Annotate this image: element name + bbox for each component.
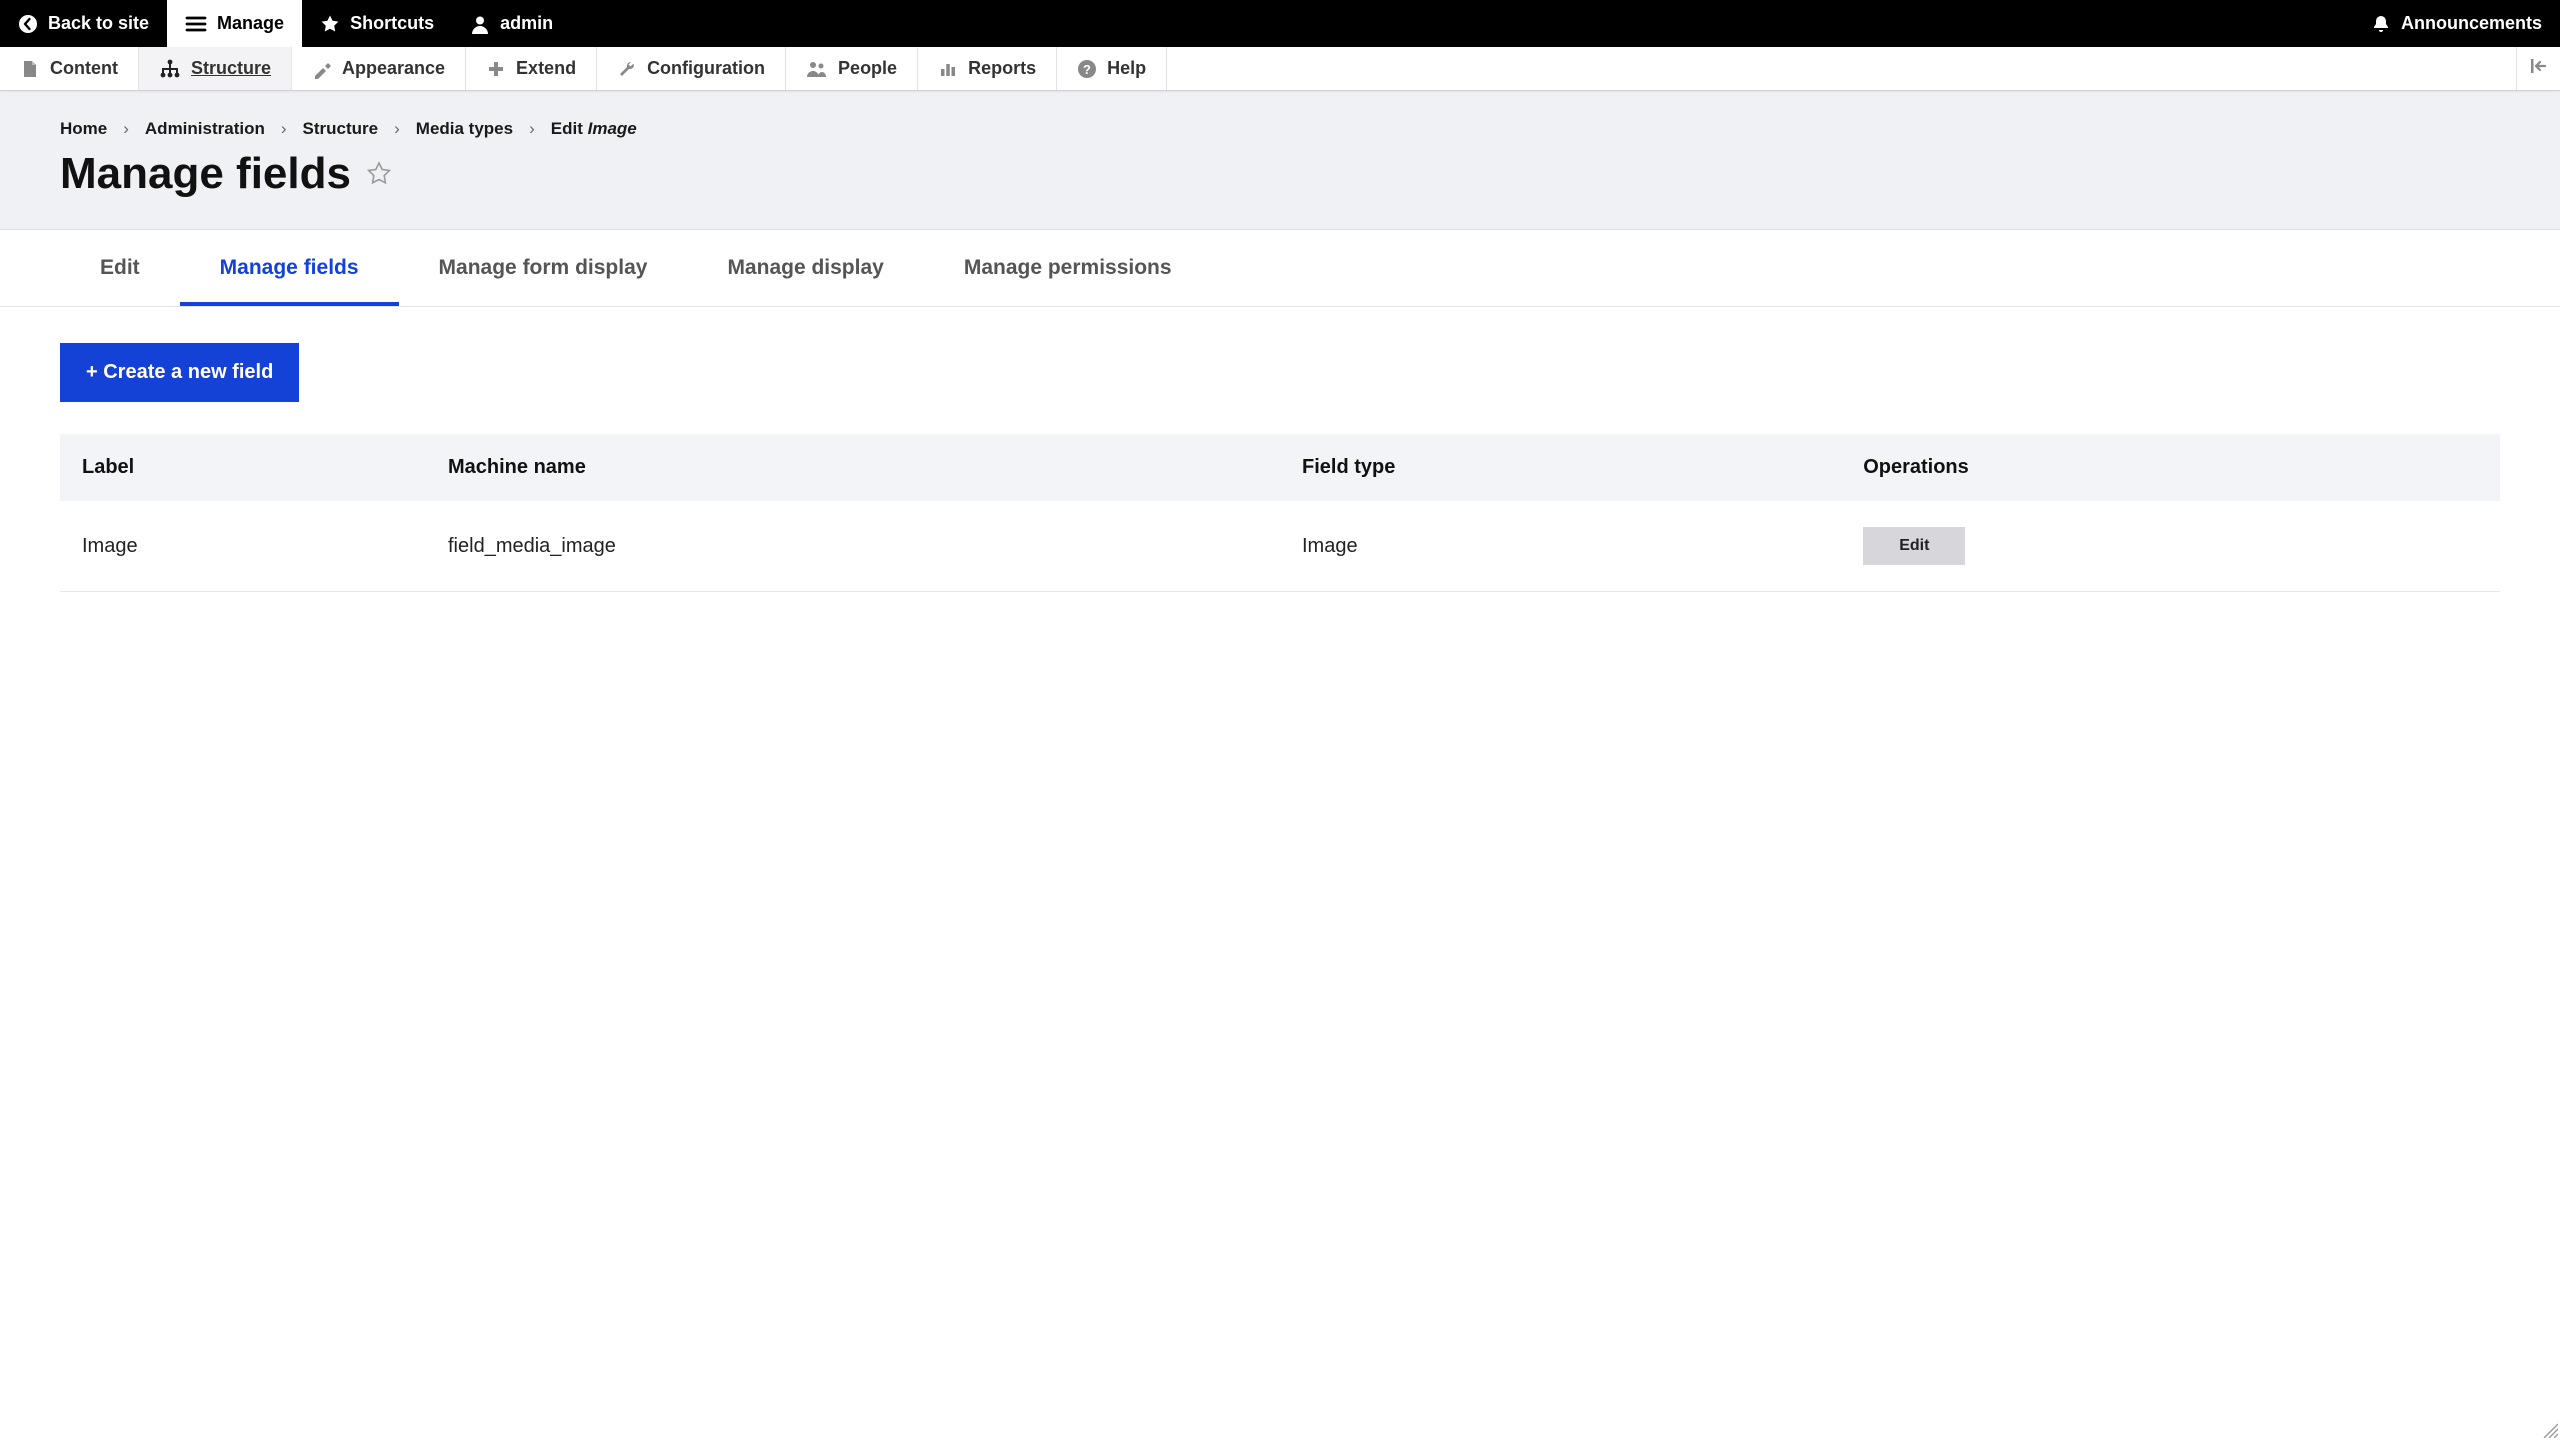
edit-field-button[interactable]: Edit — [1863, 527, 1965, 565]
appearance-icon — [312, 59, 332, 79]
tab-manage-display[interactable]: Manage display — [687, 230, 923, 306]
admin-menu-help[interactable]: ? Help — [1057, 47, 1167, 90]
row-machine-name: field_media_image — [426, 501, 1280, 592]
back-icon — [18, 14, 38, 34]
breadcrumb-edit-item: Image — [588, 119, 637, 138]
announcements-button[interactable]: Announcements — [2353, 0, 2560, 47]
tab-manage-fields[interactable]: Manage fields — [180, 230, 399, 306]
resize-grip-icon — [2540, 1420, 2558, 1438]
admin-menu-help-label: Help — [1107, 58, 1146, 79]
collapse-icon — [2529, 56, 2549, 81]
breadcrumb-edit-image[interactable]: Edit Image — [551, 119, 637, 139]
table-header-field-type: Field type — [1280, 434, 1841, 501]
people-icon — [806, 59, 828, 79]
chevron-right-icon: › — [281, 119, 287, 139]
create-new-field-button[interactable]: + Create a new field — [60, 343, 299, 402]
breadcrumb-structure[interactable]: Structure — [303, 119, 379, 139]
breadcrumb-home[interactable]: Home — [60, 119, 107, 139]
announcements-label: Announcements — [2401, 13, 2542, 34]
tab-manage-form-display[interactable]: Manage form display — [399, 230, 688, 306]
chevron-right-icon: › — [123, 119, 129, 139]
table-header-label: Label — [60, 434, 426, 501]
table-row: Image field_media_image Image Edit — [60, 501, 2500, 592]
admin-menu-people[interactable]: People — [786, 47, 918, 90]
admin-user-label: admin — [500, 13, 553, 34]
admin-menu-appearance[interactable]: Appearance — [292, 47, 466, 90]
admin-menu-people-label: People — [838, 58, 897, 79]
breadcrumb: Home › Administration › Structure › Medi… — [0, 91, 2560, 139]
row-field-type: Image — [1280, 501, 1841, 592]
admin-menu-extend[interactable]: Extend — [466, 47, 597, 90]
manage-label: Manage — [217, 13, 284, 34]
admin-menu-collapse-button[interactable] — [2516, 47, 2560, 90]
reports-icon — [938, 59, 958, 79]
star-icon — [320, 14, 340, 34]
admin-menu-content[interactable]: Content — [0, 47, 139, 90]
back-to-site-button[interactable]: Back to site — [0, 0, 167, 47]
bell-icon — [2371, 14, 2391, 34]
breadcrumb-media-types[interactable]: Media types — [416, 119, 513, 139]
configuration-icon — [617, 59, 637, 79]
favorite-star-button[interactable] — [365, 160, 393, 188]
back-to-site-label: Back to site — [48, 13, 149, 34]
tab-edit[interactable]: Edit — [60, 230, 180, 306]
manage-button[interactable]: Manage — [167, 0, 302, 47]
extend-icon — [486, 59, 506, 79]
primary-tabs: Edit Manage fields Manage form display M… — [0, 230, 2560, 307]
admin-menu-configuration-label: Configuration — [647, 58, 765, 79]
help-icon: ? — [1077, 59, 1097, 79]
row-label: Image — [60, 501, 426, 592]
admin-menu-structure[interactable]: Structure — [139, 47, 292, 90]
admin-menu-reports-label: Reports — [968, 58, 1036, 79]
table-header-operations: Operations — [1841, 434, 2500, 501]
admin-menu-structure-label: Structure — [191, 58, 271, 79]
breadcrumb-edit-prefix: Edit — [551, 119, 588, 138]
hamburger-icon — [185, 13, 207, 35]
breadcrumb-administration[interactable]: Administration — [145, 119, 265, 139]
admin-user-button[interactable]: admin — [452, 0, 571, 47]
admin-menu-configuration[interactable]: Configuration — [597, 47, 786, 90]
structure-icon — [159, 58, 181, 80]
admin-menu-extend-label: Extend — [516, 58, 576, 79]
tab-manage-permissions[interactable]: Manage permissions — [924, 230, 1212, 306]
fields-table: Label Machine name Field type Operations… — [60, 434, 2500, 592]
content-icon — [20, 59, 40, 79]
svg-text:?: ? — [1083, 62, 1091, 77]
page-title: Manage fields — [60, 149, 351, 199]
table-header-machine-name: Machine name — [426, 434, 1280, 501]
user-icon — [470, 14, 490, 34]
shortcuts-button[interactable]: Shortcuts — [302, 0, 452, 47]
toolbar-top: Back to site Manage Shortcuts admin — [0, 0, 2560, 47]
chevron-right-icon: › — [394, 119, 400, 139]
shortcuts-label: Shortcuts — [350, 13, 434, 34]
admin-menu-content-label: Content — [50, 58, 118, 79]
admin-menu-reports[interactable]: Reports — [918, 47, 1057, 90]
admin-menu: Content Structure Appearance Extend Conf… — [0, 47, 2560, 91]
chevron-right-icon: › — [529, 119, 535, 139]
admin-menu-appearance-label: Appearance — [342, 58, 445, 79]
row-operations: Edit — [1841, 501, 2500, 592]
